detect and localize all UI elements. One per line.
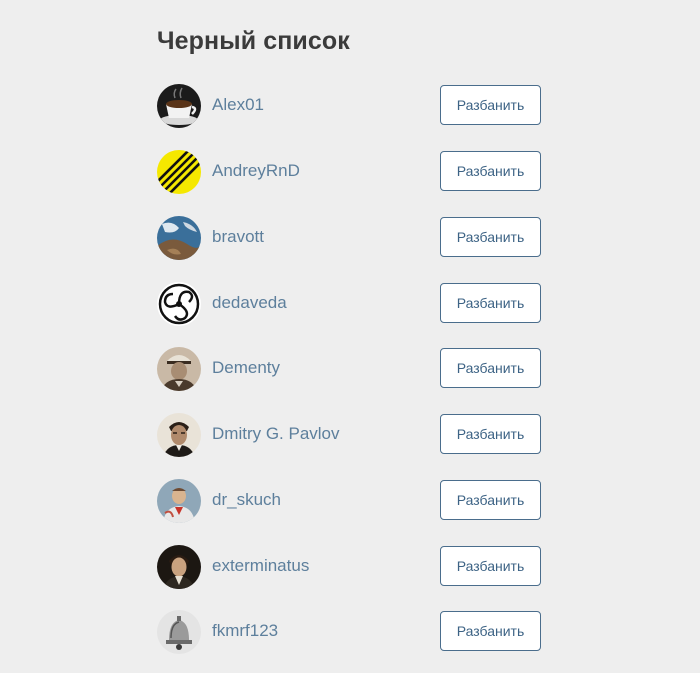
- avatar[interactable]: [157, 479, 201, 523]
- classic-portrait-icon: [157, 545, 201, 589]
- username-link[interactable]: exterminatus: [212, 556, 309, 576]
- blacklist-row: fkmrf123 Разбанить: [157, 610, 541, 654]
- coffee-cup-icon: [157, 84, 201, 128]
- username-link[interactable]: dr_skuch: [212, 490, 281, 510]
- unban-button[interactable]: Разбанить: [440, 480, 541, 520]
- avatar[interactable]: [157, 150, 201, 194]
- painted-figure-icon: [157, 479, 201, 523]
- username-link[interactable]: dedaveda: [212, 293, 287, 313]
- unban-button[interactable]: Разбанить: [440, 217, 541, 257]
- avatar[interactable]: [157, 347, 201, 391]
- man-portrait-icon: [157, 413, 201, 457]
- earth-icon: [157, 216, 201, 260]
- username-link[interactable]: Alex01: [212, 95, 264, 115]
- blacklist-row: Dementy Разбанить: [157, 347, 541, 391]
- unban-button[interactable]: Разбанить: [440, 611, 541, 651]
- blacklist-row: bravott Разбанить: [157, 216, 541, 260]
- unban-button[interactable]: Разбанить: [440, 151, 541, 191]
- unban-button[interactable]: Разбанить: [440, 546, 541, 586]
- username-link[interactable]: AndreyRnD: [212, 161, 300, 181]
- username-link[interactable]: fkmrf123: [212, 621, 278, 641]
- triskelion-icon: [157, 282, 201, 326]
- unban-button[interactable]: Разбанить: [440, 85, 541, 125]
- unban-button[interactable]: Разбанить: [440, 283, 541, 323]
- avatar[interactable]: [157, 216, 201, 260]
- avatar[interactable]: [157, 84, 201, 128]
- bell-sketch-icon: [157, 610, 201, 654]
- avatar[interactable]: [157, 545, 201, 589]
- blacklist-row: Dmitry G. Pavlov Разбанить: [157, 413, 541, 457]
- yellow-striped-icon: [157, 150, 201, 194]
- avatar[interactable]: [157, 413, 201, 457]
- blacklist-row: dedaveda Разбанить: [157, 282, 541, 326]
- username-link[interactable]: Dmitry G. Pavlov: [212, 424, 340, 444]
- username-link[interactable]: bravott: [212, 227, 264, 247]
- page-title: Черный список: [157, 27, 350, 55]
- avatar[interactable]: [157, 610, 201, 654]
- avatar[interactable]: [157, 282, 201, 326]
- blacklist-row: AndreyRnD Разбанить: [157, 150, 541, 194]
- old-portrait-icon: [157, 347, 201, 391]
- unban-button[interactable]: Разбанить: [440, 414, 541, 454]
- blacklist-row: exterminatus Разбанить: [157, 545, 541, 589]
- unban-button[interactable]: Разбанить: [440, 348, 541, 388]
- blacklist-row: dr_skuch Разбанить: [157, 479, 541, 523]
- blacklist-row: Alex01 Разбанить: [157, 84, 541, 128]
- username-link[interactable]: Dementy: [212, 358, 280, 378]
